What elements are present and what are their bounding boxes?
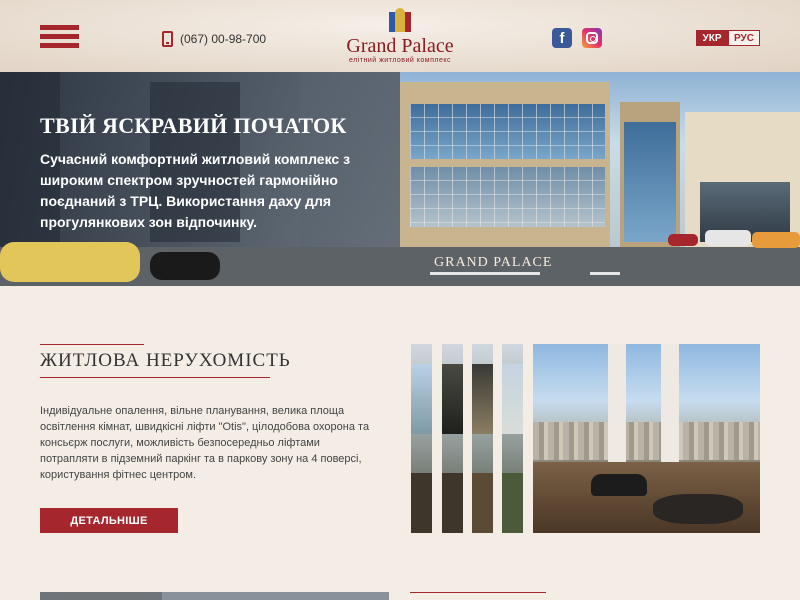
logo-name: Grand Palace <box>346 35 454 57</box>
site-logo[interactable]: Grand Palace елітний житловий комплекс <box>335 8 465 64</box>
road-marking <box>430 272 540 275</box>
hamburger-menu-icon[interactable] <box>40 25 79 49</box>
building-sign: GRAND PALACE <box>434 255 553 270</box>
section-divider-top <box>40 344 144 345</box>
gallery-main-image[interactable] <box>533 344 760 533</box>
instagram-icon[interactable] <box>582 28 602 48</box>
hero-title: ТВІЙ ЯСКРАВИЙ ПОЧАТОК <box>40 113 347 138</box>
hero-description: Сучасний комфортний житловий комплекс з … <box>40 151 351 230</box>
language-ukr-button[interactable]: УКР <box>696 30 728 46</box>
gallery-thumb[interactable] <box>442 344 463 533</box>
language-rus-button[interactable]: РУС <box>728 30 760 46</box>
hero-building-image <box>400 72 800 252</box>
logo-subtitle: елітний житловий комплекс <box>348 57 452 64</box>
details-button[interactable]: ДЕТАЛЬНІШЕ <box>40 508 178 533</box>
site-header: (067) 00-98-700 Grand Palace елітний жит… <box>0 0 800 72</box>
mobile-phone-icon <box>162 31 173 47</box>
logo-emblem-icon <box>389 8 411 34</box>
gallery-thumb[interactable] <box>411 344 432 533</box>
section-divider-bottom <box>40 377 270 378</box>
next-section-divider <box>410 592 546 593</box>
phone-number: (067) 00-98-700 <box>180 32 267 46</box>
motorcycle <box>150 252 220 280</box>
section-description: Індивідуальне опалення, вільне плануванн… <box>40 405 370 481</box>
red-motorbike <box>668 234 698 246</box>
next-section-image <box>162 592 389 600</box>
orange-car <box>752 232 800 248</box>
next-section-image <box>40 592 162 600</box>
road-marking <box>590 272 620 275</box>
phone-link[interactable]: (067) 00-98-700 <box>162 31 266 47</box>
taxi-car <box>0 242 140 282</box>
gallery-thumb[interactable] <box>502 344 523 533</box>
gallery-thumb[interactable] <box>472 344 493 533</box>
white-car <box>705 230 751 246</box>
section-title: ЖИТЛОВА НЕРУХОМІСТЬ <box>40 350 291 371</box>
facebook-icon[interactable]: f <box>552 28 572 48</box>
